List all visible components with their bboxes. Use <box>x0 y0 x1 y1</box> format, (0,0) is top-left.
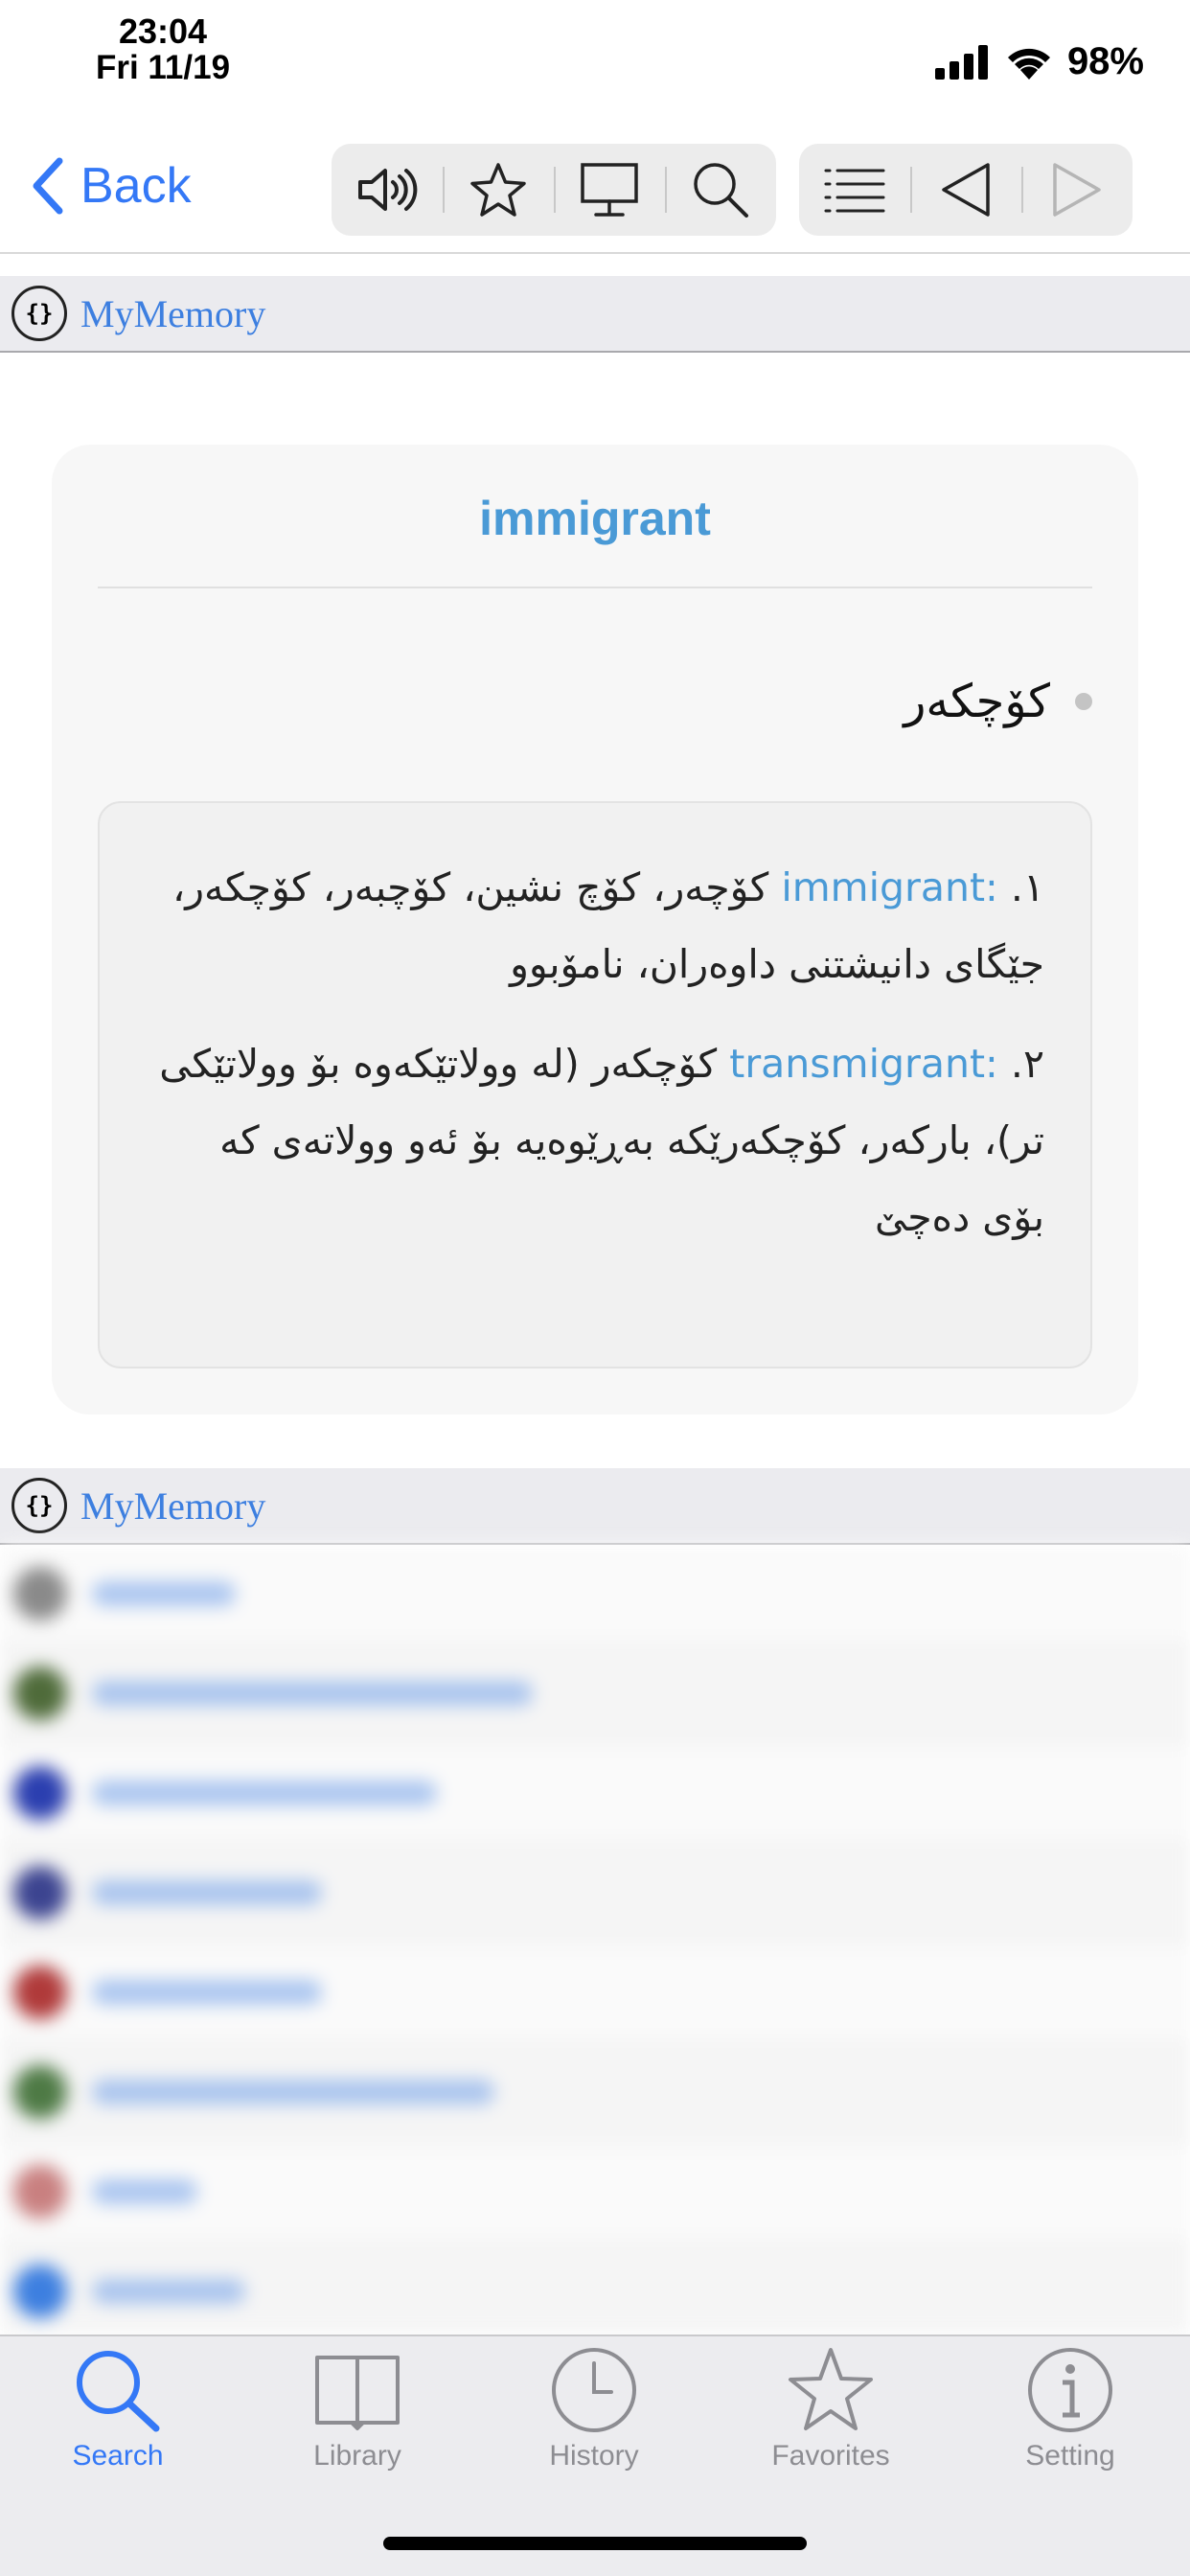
tab-favorites[interactable]: Favorites <box>716 2346 946 2499</box>
status-date: Fri 11/19 <box>95 49 231 86</box>
dictionary-label-blurred <box>92 1581 236 1606</box>
cellular-signal-icon <box>934 44 988 80</box>
divider <box>98 586 1092 588</box>
display-button[interactable] <box>554 144 665 236</box>
dictionary-icon <box>13 2265 67 2318</box>
tab-label: History <box>549 2440 639 2472</box>
status-time: 23:04 <box>118 12 208 51</box>
clock-icon <box>552 2348 636 2432</box>
definition-number: ٢. <box>1010 1041 1044 1087</box>
source-header[interactable]: {} MyMemory <box>0 1468 1190 1545</box>
status-bar: 23:04 Fri 11/19 98% <box>0 0 1190 125</box>
tab-label: Setting <box>1025 2440 1115 2472</box>
entry-card: immigrant کۆچکەر ١. immigrant: کۆچەر، کۆ… <box>52 445 1138 1414</box>
info-icon <box>1028 2348 1112 2432</box>
dictionary-list <box>0 1545 1190 2334</box>
dictionary-label-blurred <box>92 2179 197 2204</box>
back-button[interactable]: Back <box>31 157 192 215</box>
status-indicators: 98% <box>934 40 1144 83</box>
wifi-icon <box>1007 48 1050 80</box>
definition-term[interactable]: immigrant: <box>781 864 998 910</box>
dictionary-row[interactable] <box>0 2242 1190 2334</box>
find-button[interactable] <box>665 144 776 236</box>
tab-search[interactable]: Search <box>3 2346 233 2499</box>
battery-percent: 98% <box>1066 40 1144 82</box>
monitor-icon <box>581 163 638 217</box>
dictionary-row[interactable] <box>0 2043 1190 2143</box>
dictionary-icon <box>13 1766 67 1820</box>
dictionary-row[interactable] <box>0 1545 1190 1644</box>
status-datetime: 23:04 Fri 11/19 <box>77 13 249 86</box>
list-icon <box>824 169 885 213</box>
tab-label: Favorites <box>771 2440 890 2472</box>
source-header[interactable]: {} MyMemory <box>0 276 1190 353</box>
dictionary-icon <box>13 2165 67 2219</box>
speaker-icon <box>358 169 418 211</box>
dictionary-icon <box>13 2065 67 2119</box>
previous-button[interactable] <box>910 144 1021 236</box>
toolbar-group-actions <box>332 144 776 236</box>
mymemory-logo-icon: {} <box>11 1478 67 1533</box>
dictionary-row[interactable] <box>0 1944 1190 2043</box>
source-name[interactable]: MyMemory <box>80 1484 265 1529</box>
definitions-box: ١. immigrant: کۆچەر، کۆچ نشین، کۆچبەر، ک… <box>98 801 1092 1368</box>
dictionary-label-blurred <box>92 1781 437 1806</box>
dictionary-label-blurred <box>92 2279 245 2304</box>
next-button[interactable] <box>1021 144 1133 236</box>
chevron-left-icon <box>33 157 63 215</box>
search-icon <box>694 163 748 218</box>
mymemory-logo-icon: {} <box>11 286 67 341</box>
back-label: Back <box>80 158 192 214</box>
sense-translation: کۆچکەر <box>904 675 1050 728</box>
dictionary-label-blurred <box>92 1880 322 1905</box>
dictionary-icon <box>13 1567 67 1621</box>
definition-number: ١. <box>1010 864 1044 910</box>
tab-label: Search <box>72 2440 164 2472</box>
toolbar-group-navigation <box>799 144 1133 236</box>
book-icon <box>315 2356 400 2430</box>
dictionary-label-blurred <box>92 1980 322 2005</box>
dictionary-row[interactable] <box>0 1744 1190 1844</box>
dictionary-label-blurred <box>92 1681 533 1706</box>
dictionary-row[interactable] <box>0 2143 1190 2242</box>
star-icon <box>470 163 526 217</box>
definition-term[interactable]: transmigrant: <box>729 1041 998 1087</box>
tab-history[interactable]: History <box>479 2346 709 2499</box>
dictionary-icon <box>13 1667 67 1720</box>
dictionary-icon <box>13 1966 67 2019</box>
navigation-bar: Back <box>0 134 1190 254</box>
star-icon <box>789 2348 873 2430</box>
next-icon <box>1053 163 1101 217</box>
tab-setting[interactable]: Setting <box>955 2346 1185 2499</box>
speak-button[interactable] <box>332 144 443 236</box>
tab-label: Library <box>313 2440 401 2472</box>
dictionary-label-blurred <box>92 2080 494 2104</box>
headword: immigrant <box>479 492 711 545</box>
favorite-button[interactable] <box>443 144 554 236</box>
tab-library[interactable]: Library <box>242 2346 472 2499</box>
bullet-icon <box>1075 693 1092 710</box>
definition-item: ١. immigrant: کۆچەر، کۆچ نشین، کۆچبەر، ک… <box>146 849 1044 1002</box>
previous-icon <box>942 163 990 217</box>
dictionary-row[interactable] <box>0 1644 1190 1744</box>
sense-item: کۆچکەر <box>904 675 1092 728</box>
source-name[interactable]: MyMemory <box>80 291 265 336</box>
dictionary-row[interactable] <box>0 1844 1190 1944</box>
definition-item: ٢. transmigrant: کۆچکەر (لە وولاتێکەوە ب… <box>146 1025 1044 1255</box>
search-icon <box>77 2351 160 2432</box>
dictionary-icon <box>13 1866 67 1920</box>
home-indicator <box>383 2537 807 2550</box>
list-button[interactable] <box>799 144 910 236</box>
